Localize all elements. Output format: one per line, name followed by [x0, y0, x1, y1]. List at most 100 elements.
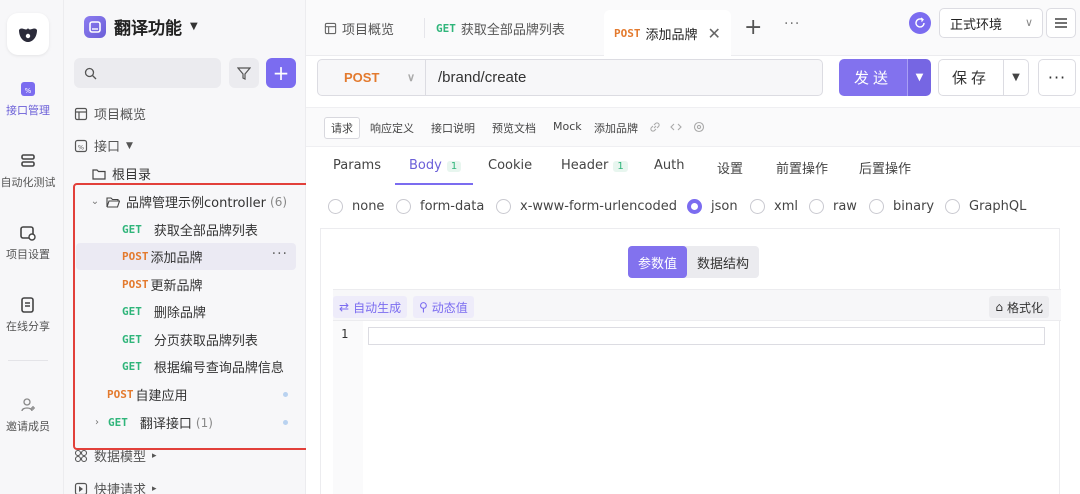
- sidebar-item-data-model[interactable]: 数据模型 ▸: [74, 442, 296, 469]
- method-badge: GET: [122, 333, 142, 346]
- chevron-down-icon: ▼: [1012, 72, 1020, 83]
- sidebar-item-quick-request[interactable]: 快捷请求 ▸: [74, 475, 296, 494]
- filter-button[interactable]: [229, 58, 259, 88]
- close-icon[interactable]: ✕: [708, 24, 721, 43]
- sidebar-api-item[interactable]: GET 分页获取品牌列表: [122, 326, 296, 353]
- toggle-values[interactable]: 参数值: [628, 246, 688, 278]
- tab-overview[interactable]: 项目概览: [324, 10, 394, 46]
- tab-params[interactable]: Params: [333, 158, 381, 173]
- button-label: 动态值: [431, 300, 468, 315]
- project-title[interactable]: 翻译功能 ▼: [84, 14, 198, 39]
- folder-name: 品牌管理示例controller: [126, 196, 267, 211]
- sidebar-api-item-selected[interactable]: POST 添加品牌 ···: [76, 243, 296, 270]
- method-select[interactable]: POST ∨: [318, 60, 426, 95]
- rail-item-share[interactable]: 在线分享: [0, 296, 56, 334]
- tab-cookie[interactable]: Cookie: [488, 158, 532, 173]
- folder-count: (6): [270, 194, 288, 209]
- menu-button[interactable]: [1046, 8, 1076, 38]
- format-button[interactable]: ⌂ 格式化: [989, 296, 1049, 318]
- radio-label: GraphQL: [969, 199, 1027, 214]
- environment-select[interactable]: 正式环境 ∨: [939, 8, 1043, 38]
- tab-settings[interactable]: 设置: [717, 158, 743, 177]
- tab-separator: [424, 18, 425, 38]
- subtab-response-definition[interactable]: 响应定义: [370, 120, 414, 136]
- radio-binary[interactable]: binary: [869, 199, 934, 214]
- more-button[interactable]: ···: [1038, 59, 1076, 96]
- save-dropdown-button[interactable]: ▼: [1003, 59, 1029, 96]
- code-icon[interactable]: [670, 121, 682, 133]
- view-toggle: 参数值 数据结构: [628, 246, 760, 278]
- search-input[interactable]: [103, 66, 213, 80]
- save-button[interactable]: 保存: [938, 59, 1004, 96]
- sidebar-item-label: 快捷请求: [94, 483, 147, 494]
- sidebar-item-interfaces[interactable]: % 接口 ▼: [74, 132, 296, 159]
- logo-icon: [19, 28, 37, 42]
- app-logo[interactable]: [7, 13, 49, 55]
- rail-item-invite-member[interactable]: 邀请成员: [0, 396, 56, 434]
- sidebar-search[interactable]: [74, 58, 221, 88]
- tab-label: Body: [409, 158, 442, 173]
- format-icon: ⌂: [995, 300, 1003, 314]
- tab-post-operation[interactable]: 后置操作: [859, 158, 911, 177]
- sidebar-folder-brand[interactable]: ⌄ 品牌管理示例controller (6): [90, 188, 296, 215]
- env-refresh-icon[interactable]: [909, 12, 931, 34]
- toggle-structure[interactable]: 数据结构: [687, 246, 759, 278]
- radio-label: form-data: [420, 199, 485, 214]
- subtab-mock[interactable]: Mock: [553, 120, 582, 133]
- tab-body[interactable]: Body 1: [409, 158, 462, 173]
- radio-form-data[interactable]: form-data: [396, 199, 484, 214]
- active-tab-indicator: [395, 183, 473, 185]
- send-dropdown-button[interactable]: ▼: [907, 59, 931, 96]
- overview-icon: [74, 107, 88, 120]
- sidebar-item-overview[interactable]: 项目概览: [74, 100, 296, 127]
- add-button[interactable]: +: [266, 58, 296, 88]
- tab-label: 前置操作: [776, 162, 829, 177]
- invite-member-icon: [21, 398, 35, 412]
- tab-header[interactable]: Header 1: [561, 158, 628, 173]
- send-button[interactable]: 发送: [839, 59, 907, 96]
- link-icon[interactable]: [649, 121, 661, 133]
- url-input[interactable]: /brand/create: [426, 69, 526, 86]
- rail-item-api-manage[interactable]: % 接口管理: [0, 80, 56, 118]
- new-tab-button[interactable]: +: [744, 15, 762, 40]
- rail-item-auto-test[interactable]: 自动化测试: [0, 152, 56, 190]
- tab-add-brand[interactable]: POST 添加品牌 ✕: [604, 10, 731, 56]
- tab-auth[interactable]: Auth: [654, 158, 684, 173]
- dynamic-value-button[interactable]: ⚲ 动态值: [413, 296, 474, 318]
- tab-more-button[interactable]: ···: [784, 16, 800, 32]
- sidebar-api-item[interactable]: POST 更新品牌: [122, 271, 296, 298]
- subtab-preview-doc[interactable]: 预览文档: [492, 120, 536, 136]
- method-badge: POST: [122, 278, 149, 291]
- swap-icon: ⇄: [339, 300, 350, 314]
- tab-label: Cookie: [488, 158, 533, 173]
- settings-icon[interactable]: [693, 121, 705, 133]
- tab-get-brand-list[interactable]: GET 获取全部品牌列表: [436, 10, 565, 46]
- chevron-right-icon: ›: [95, 417, 99, 428]
- sidebar-api-item[interactable]: GET 根据编号查询品牌信息: [122, 353, 296, 380]
- radio-raw[interactable]: raw: [809, 199, 857, 214]
- sidebar-folder-translate[interactable]: › GET 翻译接口 (1): [92, 409, 296, 436]
- auto-generate-button[interactable]: ⇄ 自动生成: [333, 296, 408, 318]
- body-editor-panel: 参数值 数据结构 ⇄ 自动生成 ⚲ 动态值 ⌂ 格式化 1: [320, 228, 1061, 494]
- sidebar-api-item[interactable]: POST 自建应用: [107, 381, 296, 408]
- subtab-api-doc[interactable]: 接口说明: [431, 120, 475, 136]
- sidebar-item-root[interactable]: 根目录: [92, 160, 314, 187]
- tab-pre-operation[interactable]: 前置操作: [776, 158, 828, 177]
- radio-xml[interactable]: xml: [750, 199, 798, 214]
- radio-graphql[interactable]: GraphQL: [945, 199, 1026, 214]
- subtab-request[interactable]: 请求: [324, 117, 360, 139]
- method-badge: POST: [614, 26, 641, 40]
- method-badge: GET: [122, 223, 142, 236]
- sidebar-item-label: 数据模型: [94, 450, 147, 465]
- overview-icon: [324, 22, 337, 34]
- radio-x-www-form-urlencoded[interactable]: x-www-form-urlencoded: [496, 199, 677, 214]
- more-icon[interactable]: ···: [272, 246, 288, 262]
- sidebar-api-item[interactable]: GET 删除品牌: [122, 298, 296, 325]
- rail-item-project-settings[interactable]: 项目设置: [0, 224, 56, 262]
- sidebar-item-label: 根目录: [112, 168, 152, 183]
- code-editor-line[interactable]: [368, 327, 1045, 345]
- radio-json[interactable]: json: [687, 199, 738, 214]
- radio-circle: [809, 199, 824, 214]
- sidebar-api-item[interactable]: GET 获取全部品牌列表: [122, 216, 296, 243]
- radio-none[interactable]: none: [328, 199, 384, 214]
